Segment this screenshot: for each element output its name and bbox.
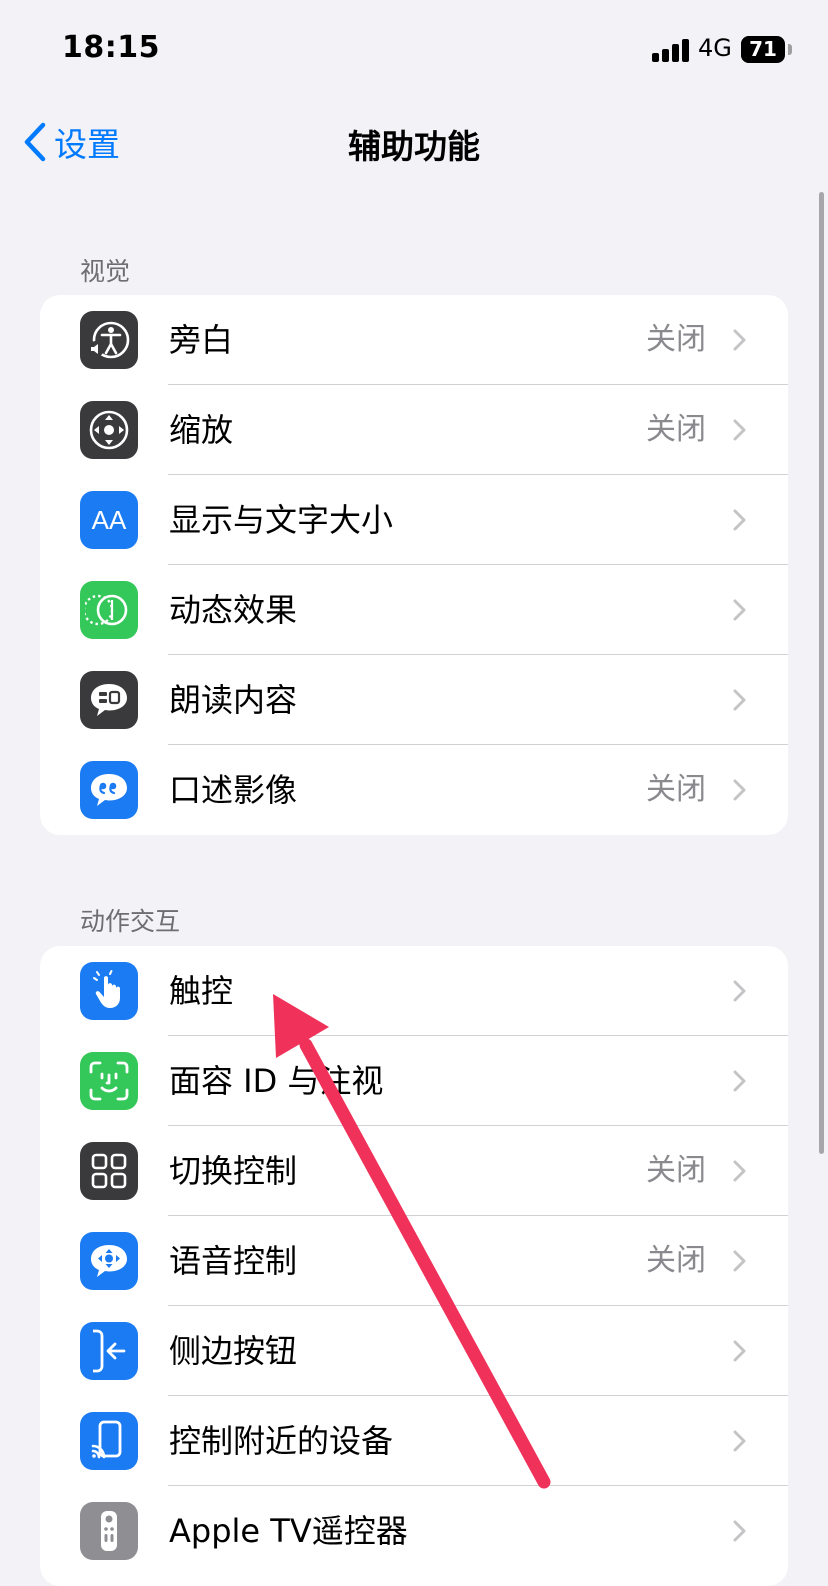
row-label: 口述影像	[169, 771, 298, 809]
row-touch[interactable]: 触控	[40, 946, 788, 1036]
row-voiceover[interactable]: 旁白 关闭	[40, 295, 788, 385]
row-voice-control[interactable]: 语音控制 关闭	[40, 1216, 788, 1306]
row-face-id-attention[interactable]: 面容 ID 与注视	[40, 1036, 788, 1126]
row-audio-descriptions[interactable]: 口述影像 关闭	[40, 745, 788, 835]
chevron-right-icon	[733, 689, 746, 711]
row-label: 触控	[169, 972, 234, 1010]
chevron-right-icon	[733, 779, 746, 801]
row-apple-tv-remote[interactable]: Apple TV遥控器	[40, 1486, 788, 1576]
row-label: 缩放	[169, 411, 234, 449]
touch-hand-icon	[80, 962, 138, 1020]
row-label: 侧边按钮	[169, 1332, 298, 1370]
row-spoken-content[interactable]: 朗读内容	[40, 655, 788, 745]
motion-icon	[80, 581, 138, 639]
row-label: 显示与文字大小	[169, 501, 394, 539]
row-motion[interactable]: 动态效果	[40, 565, 788, 655]
scroll-indicator[interactable]	[819, 192, 824, 1154]
vision-group: 旁白 关闭 缩放 关闭 AA 显示与文字大小 动态效果 朗读内容 口述影像 关闭	[40, 295, 788, 835]
row-value: 关闭	[646, 772, 706, 807]
row-label: 切换控制	[169, 1152, 298, 1190]
audio-description-icon	[80, 761, 138, 819]
battery-icon: 71	[741, 36, 785, 63]
row-label: 旁白	[169, 321, 234, 359]
chevron-right-icon	[733, 1070, 746, 1092]
section-header-vision: 视觉	[80, 257, 131, 286]
page-title: 辅助功能	[348, 127, 480, 166]
chevron-right-icon	[733, 419, 746, 441]
section-header-physical-motor: 动作交互	[80, 907, 181, 936]
row-label: 动态效果	[169, 591, 298, 629]
chevron-right-icon	[733, 1520, 746, 1542]
row-label: 朗读内容	[169, 681, 298, 719]
row-label: 控制附近的设备	[169, 1422, 394, 1460]
text-size-icon: AA	[80, 491, 138, 549]
voice-control-icon	[80, 1232, 138, 1290]
row-switch-control[interactable]: 切换控制 关闭	[40, 1126, 788, 1216]
row-value: 关闭	[646, 322, 706, 357]
face-id-icon	[80, 1052, 138, 1110]
chevron-right-icon	[733, 1160, 746, 1182]
row-label: Apple TV遥控器	[169, 1512, 408, 1550]
row-zoom[interactable]: 缩放 关闭	[40, 385, 788, 475]
network-type: 4G	[698, 34, 732, 62]
side-button-icon	[80, 1322, 138, 1380]
row-value: 关闭	[646, 1243, 706, 1278]
voiceover-icon	[80, 311, 138, 369]
row-control-nearby-devices[interactable]: 控制附近的设备	[40, 1396, 788, 1486]
chevron-right-icon	[733, 1430, 746, 1452]
row-value: 关闭	[646, 412, 706, 447]
chevron-right-icon	[733, 1340, 746, 1362]
chevron-right-icon	[733, 509, 746, 531]
status-time: 18:15	[62, 30, 160, 65]
status-bar: 18:15 4G 71	[0, 0, 828, 100]
battery-cap	[788, 44, 792, 55]
cellular-signal-icon	[652, 38, 692, 62]
apple-tv-remote-icon	[80, 1502, 138, 1560]
chevron-right-icon	[733, 599, 746, 621]
zoom-icon	[80, 401, 138, 459]
row-label: 语音控制	[169, 1242, 298, 1280]
nearby-devices-icon	[80, 1412, 138, 1470]
row-display-text-size[interactable]: AA 显示与文字大小	[40, 475, 788, 565]
row-value: 关闭	[646, 1153, 706, 1188]
battery-level: 71	[749, 37, 777, 61]
chevron-right-icon	[733, 980, 746, 1002]
chevron-right-icon	[733, 329, 746, 351]
row-label: 面容 ID 与注视	[169, 1062, 384, 1100]
chevron-right-icon	[733, 1250, 746, 1272]
spoken-content-icon	[80, 671, 138, 729]
row-side-button[interactable]: 侧边按钮	[40, 1306, 788, 1396]
physical-motor-group: 触控 面容 ID 与注视 切换控制 关闭 语音控制 关闭 侧边按钮 控制附近的设…	[40, 946, 788, 1586]
switch-control-icon	[80, 1142, 138, 1200]
navigation-bar: 设置 辅助功能	[0, 100, 828, 184]
